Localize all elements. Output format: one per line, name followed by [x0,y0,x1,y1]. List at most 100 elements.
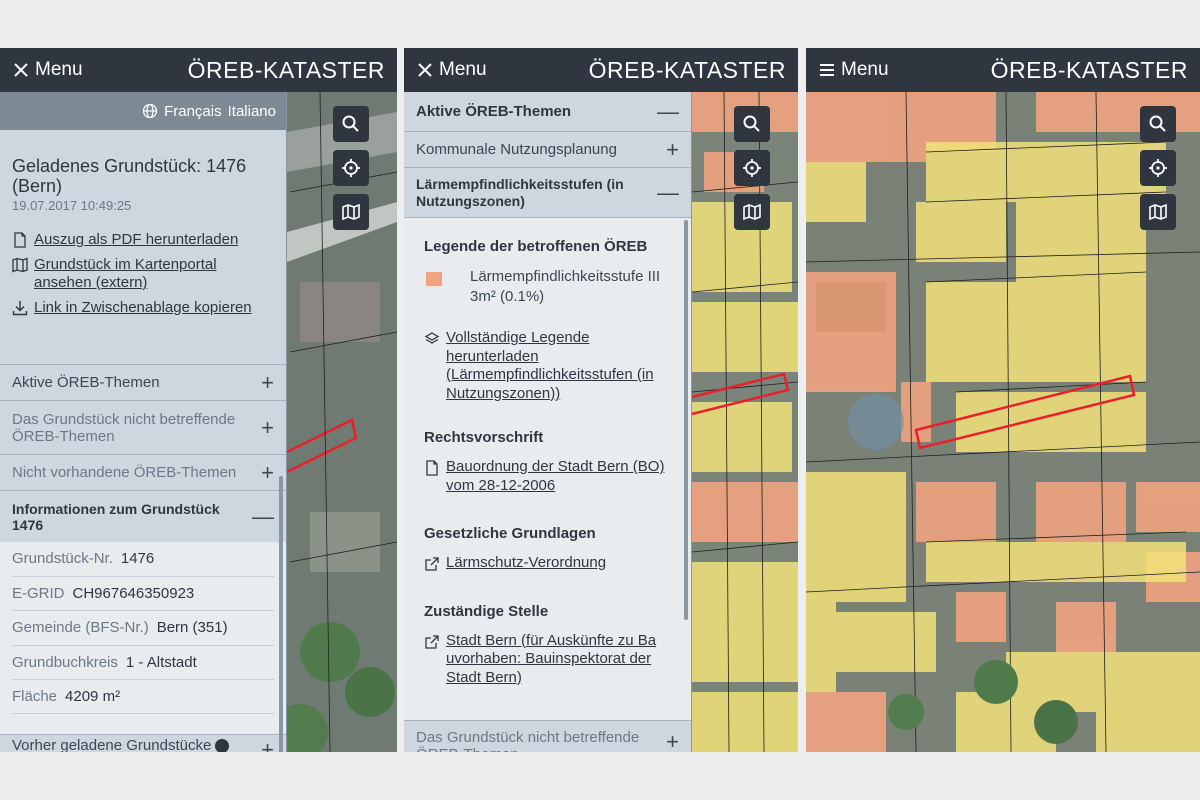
section-link-label: Lärmschutz-Verordnung [446,554,607,571]
expand-icon: + [261,459,274,485]
map-portal-link[interactable]: Grundstück im Kartenportal ansehen (exte… [12,256,274,292]
top-bar: Menu ÖREB-KATASTER [0,48,397,92]
full-legend-label: Vollständige Legende herunterladen (Lärm… [446,329,654,402]
accordion-label: Das Grundstück nicht betreffende ÖREB-Th… [12,410,236,445]
map-icon [1149,203,1167,221]
section-heading: Gesetzliche Grundlagen [424,525,596,542]
section-heading: Rechtsvorschrift [424,429,544,446]
accordion-missing-topics[interactable]: Nicht vorhandene ÖREB-Themen + [0,454,286,490]
accordion-not-concerned-topics[interactable]: Das Grundstück nicht betreffende ÖREB-Th… [0,400,286,454]
full-legend-link[interactable]: Vollständige Legende herunterladen (Lärm… [424,329,671,403]
screen-map: Menu ÖREB-KATASTER [806,48,1200,752]
section-link[interactable]: Stadt Bern (für Auskünfte zu Bauvorhaben… [424,632,671,688]
search-button[interactable] [1140,106,1176,142]
scrollbar[interactable] [684,220,688,620]
accordion-label: Das Grundstück nicht betreffende ÖREB-Th… [416,729,640,752]
map-icon [743,203,761,221]
search-icon [743,115,760,132]
parcel-header: Geladenes Grundstück: 1476 (Bern) 19.07.… [0,130,286,213]
layers-icon [424,332,440,344]
menu-close-button[interactable]: Menu [416,59,487,81]
map-toolbar [333,106,369,230]
section-link[interactable]: Bauordnung der Stadt Bern (BO) vom 28-12… [424,458,671,495]
map-icon [12,257,28,273]
external-link-icon [425,634,439,649]
accordion-active-topics[interactable]: Aktive ÖREB-Themen — [404,92,691,132]
close-icon [14,63,28,77]
expand-icon: + [666,729,679,752]
locate-button[interactable] [734,150,770,186]
layers-button[interactable] [333,194,369,230]
layers-button[interactable] [734,194,770,230]
topic-panel: Aktive ÖREB-Themen — Kommunale Nutzungsp… [404,92,692,752]
menu-label: Menu [439,59,487,80]
accordion-label: Informationen zum Grundstück 1476 [12,500,220,533]
search-button[interactable] [333,106,369,142]
document-icon [426,460,438,476]
hamburger-icon [820,64,834,76]
accordion-label: Nicht vorhandene ÖREB-Themen [12,464,237,481]
info-row: Fläche 4209 m² [12,680,274,714]
close-icon [418,63,432,77]
app-title: ÖREB-KATASTER [588,56,786,83]
info-icon [215,739,230,752]
screen-parcel-info: Menu ÖREB-KATASTER Français Italiano Gel… [0,48,397,752]
map-toolbar [734,106,770,230]
locate-icon [342,159,360,177]
locate-button[interactable] [1140,150,1176,186]
accordion-label: Aktive ÖREB-Themen [12,374,160,391]
locate-icon [743,159,761,177]
expand-icon: + [261,415,274,440]
accordion-not-concerned-topics[interactable]: Das Grundstück nicht betreffende ÖREB-Th… [404,720,691,752]
collapse-icon: — [657,180,679,205]
language-italian[interactable]: Italiano [228,103,276,120]
map-portal-label: Grundstück im Kartenportal ansehen (exte… [34,256,217,291]
legend-swatch [426,272,442,286]
section-link-label: Bauordnung der Stadt Bern (BO) vom 28-12… [446,458,665,494]
section-link[interactable]: Lärmschutz-Verordnung [424,554,671,573]
app-title: ÖREB-KATASTER [990,56,1188,83]
top-bar: Menu ÖREB-KATASTER [404,48,798,92]
external-link-icon [425,557,439,571]
menu-label: Menu [841,59,889,80]
locate-icon [1149,159,1167,177]
accordion-parcel-info[interactable]: Informationen zum Grundstück 1476 — [0,490,286,542]
download-pdf-link[interactable]: Auszug als PDF herunterladen [12,231,274,249]
section-link-label: Stadt Bern (für Auskünfte zu Bauvorhaben… [446,631,657,686]
menu-open-button[interactable]: Menu [818,59,889,81]
document-icon [14,232,26,248]
expand-icon: + [261,737,274,752]
accordion-label: Vorher geladene Grundstücke [12,737,230,752]
search-icon [1149,115,1166,132]
scrollbar[interactable] [279,476,283,752]
topics-accordion: Aktive ÖREB-Themen + Das Grundstück nich… [0,364,286,752]
copy-link-label: Link in Zwischenablage kopieren [34,299,252,316]
accordion-active-topics[interactable]: Aktive ÖREB-Themen + [0,364,286,400]
search-button[interactable] [734,106,770,142]
expand-icon: + [261,369,274,395]
info-row: Grundstück-Nr. 1476 [12,542,274,577]
search-icon [342,115,359,132]
language-french[interactable]: Français [164,103,222,120]
menu-label: Menu [35,59,83,80]
accordion-land-use-planning[interactable]: Kommunale Nutzungsplanung + [404,132,691,168]
layers-button[interactable] [1140,194,1176,230]
globe-icon [142,103,158,119]
accordion-previous-parcels[interactable]: Vorher geladene Grundstücke + [0,734,286,752]
parcel-info-table: Grundstück-Nr. 1476 E-GRID CH967646350923 … [0,542,286,734]
parcel-actions: Auszug als PDF herunterladen Grundstück … [0,213,286,317]
copy-link[interactable]: Link in Zwischenablage kopieren [12,299,274,317]
locate-button[interactable] [333,150,369,186]
screen-topic-details: Menu ÖREB-KATASTER Aktive ÖREB-Themen — … [404,48,798,752]
info-row: Grundbuchkreis 1 - Altstadt [12,646,274,680]
menu-close-button[interactable]: Menu [12,59,83,81]
download-icon [12,301,28,316]
expand-icon: + [666,136,679,162]
legend-item-label: Lärmempfindlichkeitsstufe III [470,268,661,285]
parcel-title: Geladenes Grundstück: 1476 (Bern) [12,156,247,196]
map-toolbar [1140,106,1176,230]
map-icon [342,203,360,221]
accordion-noise-levels[interactable]: Lärmempfindlichkeitsstufen (in Nutzungsz… [404,168,691,218]
accordion-label: Aktive ÖREB-Themen [416,103,572,120]
section-heading: Zuständige Stelle [424,602,549,620]
